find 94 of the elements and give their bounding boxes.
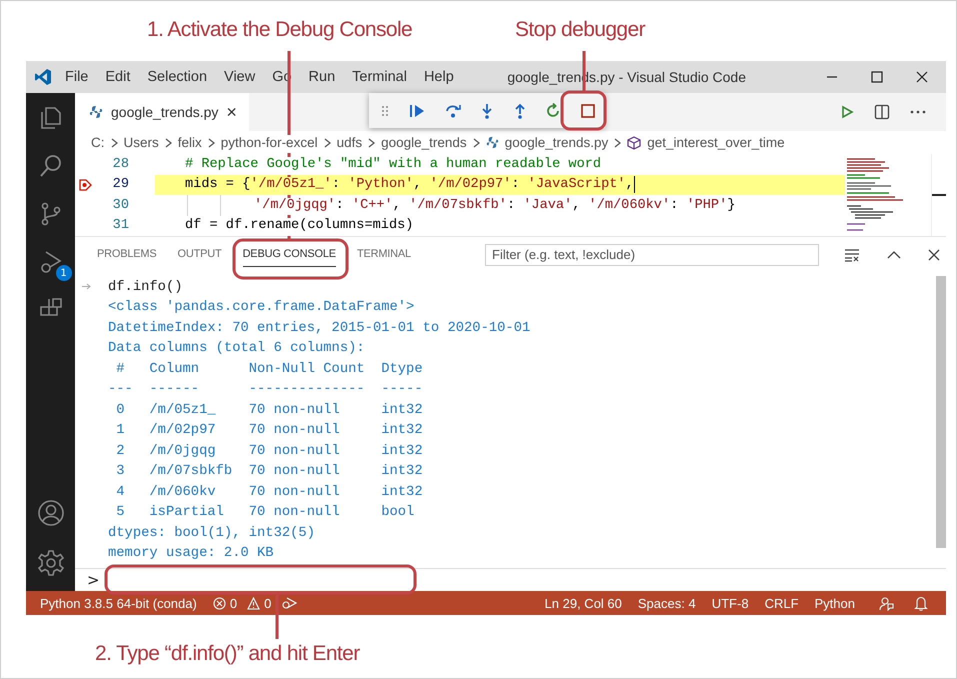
callout-line	[276, 595, 278, 639]
console-output-line: 2 /m/0jgqg 70 non-null int32	[115, 444, 423, 459]
error-count[interactable]: 0	[230, 596, 238, 610]
menu-item[interactable]: Help	[424, 69, 454, 85]
error-icon	[212, 596, 226, 610]
menu-item[interactable]: Terminal	[352, 69, 407, 85]
status-item[interactable]: CRLF	[764, 596, 799, 610]
status-item[interactable]: UTF-8	[712, 596, 749, 610]
breadcrumb-item[interactable]: python-for-excel	[220, 135, 318, 150]
input-arrow-icon	[82, 283, 91, 290]
notification-badge: 1	[56, 265, 72, 281]
close-icon[interactable]	[916, 71, 928, 83]
clear-console-icon[interactable]	[844, 248, 860, 262]
panel-tab[interactable]: PROBLEMS	[97, 242, 157, 267]
restart-icon[interactable]	[546, 103, 561, 118]
console-output-line: dtypes: bool(1), int32(5)	[108, 526, 315, 541]
chevron-right-icon	[614, 138, 622, 148]
console-output-line: Data columns (total 6 columns):	[108, 341, 365, 356]
run-icon[interactable]	[840, 105, 854, 119]
breadcrumb-item[interactable]: felix	[178, 135, 202, 150]
menu-item[interactable]: Edit	[105, 69, 130, 85]
panel-tab[interactable]: DEBUG CONSOLE	[242, 242, 336, 267]
search-icon[interactable]	[38, 153, 64, 179]
console-output-line: DatetimeIndex: 70 entries, 2015-01-01 to 2020-10-01	[108, 320, 530, 336]
chevron-right-icon	[368, 138, 376, 148]
status-item[interactable]: Python	[814, 596, 855, 610]
editor-logo-icon	[34, 68, 52, 86]
breadcrumb-item[interactable]: udfs	[336, 135, 362, 150]
settings-icon[interactable]	[36, 549, 64, 577]
console-output-line: 1 /m/02p97 70 non-null int32	[115, 423, 423, 438]
gripper-icon[interactable]	[381, 104, 389, 116]
prompt-symbol: >	[87, 571, 100, 589]
breadcrumb-item[interactable]: google_trends.py	[504, 135, 608, 150]
callout-label: 2. Type “df.info()” and hit Enter	[95, 642, 360, 666]
callout-label: Stop debugger	[515, 18, 645, 42]
panel-tab[interactable]: OUTPUT	[178, 242, 222, 267]
maximize-icon[interactable]	[871, 71, 883, 83]
chevron-right-icon	[472, 138, 480, 148]
breadcrumb-item[interactable]: google_trends	[381, 135, 467, 150]
menu-item[interactable]: Selection	[147, 69, 208, 85]
console-output-line: 5 isPartial 70 non-null bool	[115, 505, 414, 520]
stop-icon[interactable]	[580, 104, 595, 118]
step-into-icon[interactable]	[481, 102, 494, 118]
status-item[interactable]: Ln 29, Col 60	[544, 596, 622, 610]
python-file-icon	[486, 136, 499, 149]
menu-item[interactable]: File	[65, 69, 88, 85]
breadcrumb-item[interactable]: Users	[124, 135, 159, 150]
step-out-icon[interactable]	[514, 102, 526, 118]
chevron-up-icon[interactable]	[887, 250, 901, 258]
console-output-line: memory usage: 2.0 KB	[108, 546, 274, 562]
console-output-line: --- ------ -------------- -----	[108, 382, 423, 398]
code-line: # Replace Google's "mid" with a human readable word	[184, 156, 602, 174]
console-output-line: 0 /m/05z1_ 70 non-null int32	[115, 402, 423, 418]
chevron-right-icon	[208, 138, 215, 148]
chevron-right-icon	[324, 138, 331, 148]
status-item[interactable]: Spaces: 4	[638, 596, 696, 610]
line-number: 29	[112, 177, 129, 192]
debug-launch-icon[interactable]	[281, 596, 298, 610]
cube-icon	[627, 136, 642, 150]
console-output-line: # Column Non-Null Count Dtype	[115, 362, 423, 377]
highlight-box	[560, 90, 606, 130]
chevron-right-icon	[164, 138, 172, 148]
filter-field[interactable]: Filter (e.g. text, !exclude)	[485, 244, 819, 266]
line-number: 31	[112, 218, 129, 234]
more-icon[interactable]	[910, 110, 926, 114]
step-over-icon[interactable]	[445, 104, 462, 118]
breadcrumb-item[interactable]: C:	[91, 135, 104, 150]
code-line: df = df.rename(columns=mids)	[184, 217, 414, 236]
menu-item[interactable]: View	[224, 69, 256, 85]
menu-item[interactable]: Run	[308, 69, 336, 85]
console-output-line: <class 'pandas.core.frame.DataFrame'>	[108, 300, 414, 316]
console-output-line: df.info()	[108, 280, 183, 295]
warning-count[interactable]: 0	[264, 596, 272, 610]
account-icon[interactable]	[36, 499, 64, 527]
warning-icon	[247, 596, 260, 610]
scrollbar[interactable]	[936, 276, 946, 548]
bell-icon[interactable]	[914, 596, 928, 610]
continue-icon[interactable]	[409, 104, 426, 118]
split-editor-icon[interactable]	[874, 104, 890, 120]
editor-tab[interactable]: google_trends.py ×	[75, 93, 249, 131]
status-item[interactable]: Python 3.8.5 64-bit (conda)	[40, 596, 197, 610]
console-output-line: 4 /m/060kv 70 non-null int32	[115, 484, 423, 500]
chevron-right-icon	[110, 138, 118, 148]
breadcrumb-item[interactable]: get_interest_over_time	[647, 135, 785, 150]
feedback-icon[interactable]	[879, 596, 894, 610]
callout-label: 1. Activate the Debug Console	[147, 18, 412, 42]
tab-label: google_trends.py	[111, 104, 218, 120]
console-output-line: 3 /m/07sbkfb 70 non-null int32	[115, 464, 423, 480]
python-file-icon	[89, 105, 103, 119]
panel-tab[interactable]: TERMINAL	[356, 242, 411, 267]
line-number: 30	[112, 198, 129, 213]
tab-close-button[interactable]: ×	[226, 102, 237, 122]
line-number: 28	[112, 156, 129, 172]
close-icon[interactable]	[928, 248, 940, 260]
